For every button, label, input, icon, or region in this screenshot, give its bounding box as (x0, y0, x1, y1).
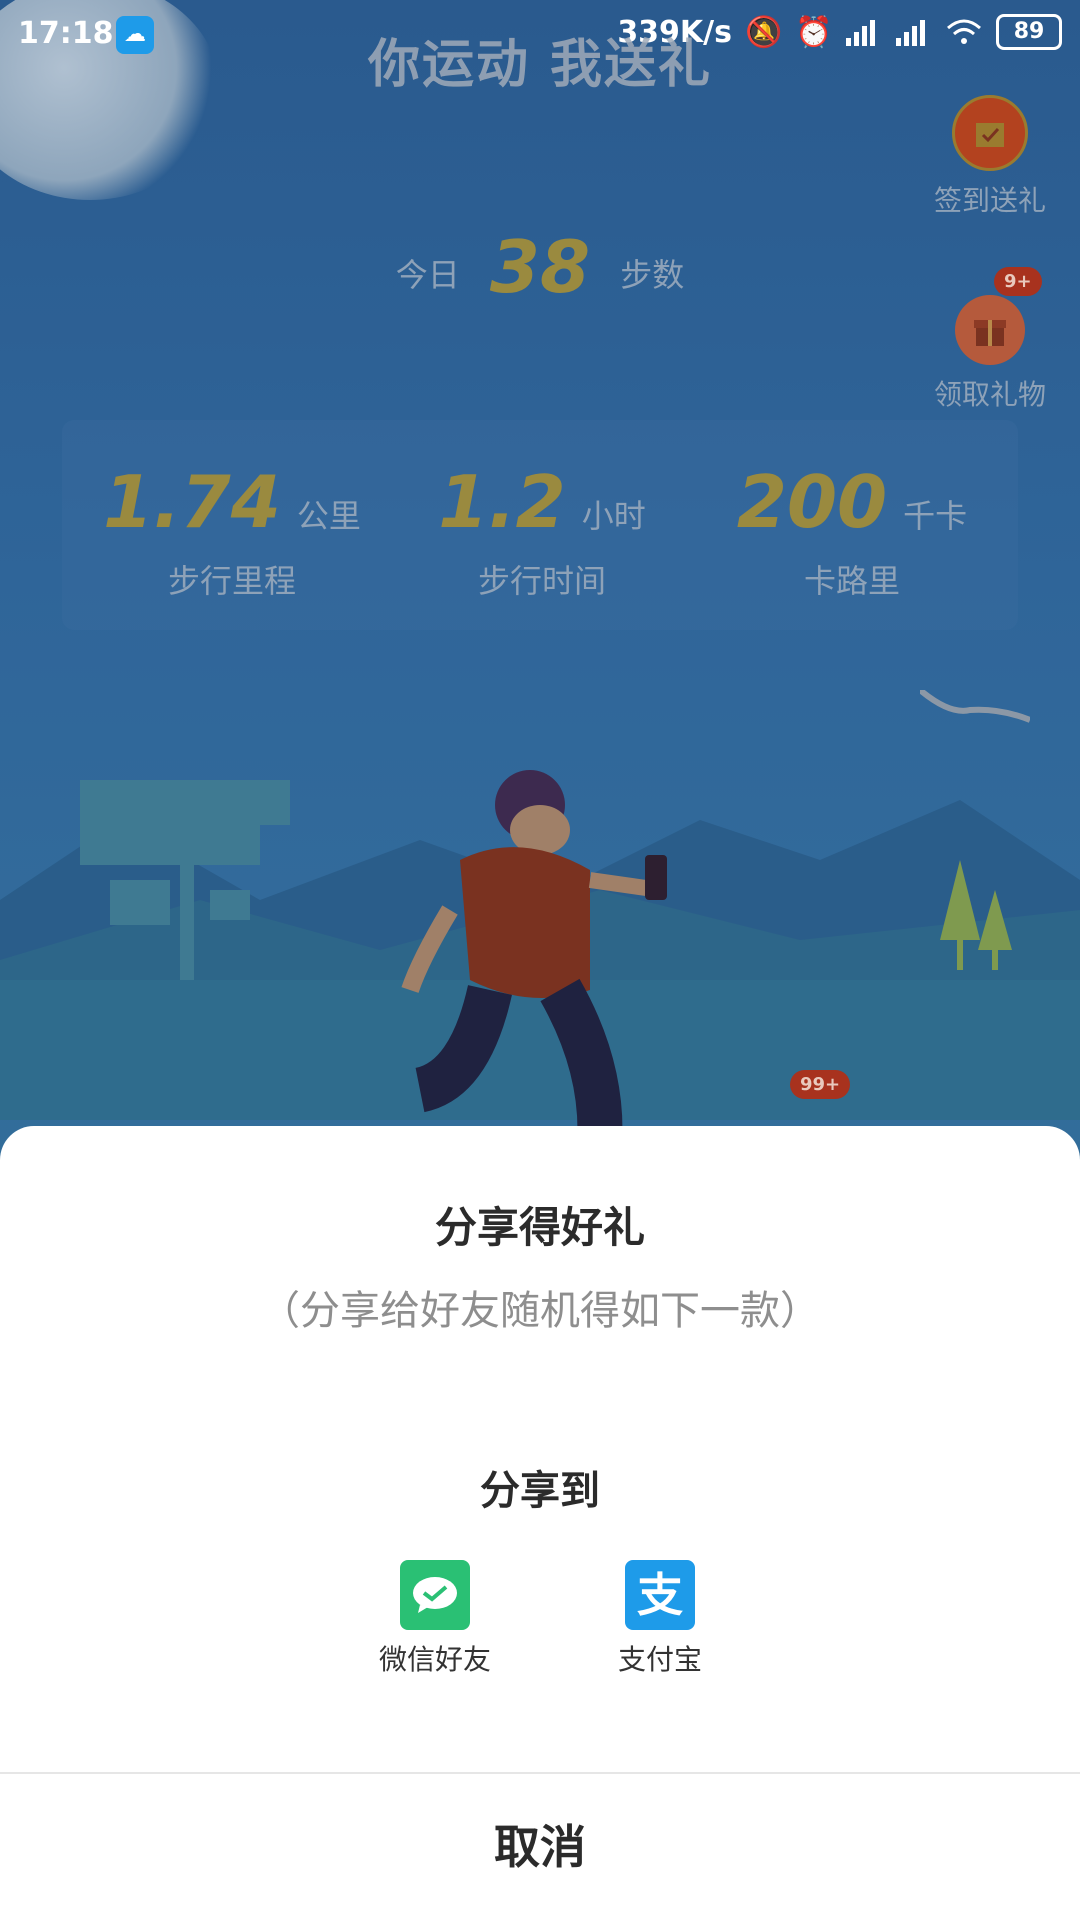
calories-label: 卡路里 (803, 562, 900, 600)
alipay-icon: 支 (625, 1560, 695, 1630)
share-wechat-button[interactable]: 微信好友 (355, 1560, 515, 1678)
signpost-illustration (80, 780, 290, 980)
calendar-icon (952, 95, 1028, 171)
checkin-gift-button[interactable]: 签到送礼 (930, 95, 1050, 219)
share-sheet: 分享得好礼 （分享给好友随机得如下一款） 分享到 微信好友 支 支付宝 取消 (0, 1126, 1080, 1920)
share-alipay-label: 支付宝 (617, 1643, 702, 1676)
step-count: 38 (489, 225, 591, 309)
collect-gift-button[interactable]: 领取礼物 9+ (930, 267, 1050, 413)
checkin-gift-label: 签到送礼 (933, 184, 1046, 217)
bottom-reward-badge: 99+ (790, 1070, 851, 1099)
calories-value: 200 (736, 460, 888, 544)
cancel-button[interactable]: 取消 (0, 1774, 1080, 1920)
share-alipay-button[interactable]: 支 支付宝 (580, 1560, 740, 1678)
distance-value: 1.74 (103, 460, 281, 544)
stat-duration: 1.2 小时 步行时间 (392, 460, 692, 602)
screen-root: 17:18 ☁ 339K/s 🔕 ⏰ 89 你运动 我送礼 签到送礼 领取礼物 … (0, 0, 1080, 1920)
calories-unit: 千卡 (903, 497, 968, 535)
today-suffix: 步数 (620, 256, 685, 294)
share-sheet-subtitle: （分享给好友随机得如下一款） (260, 1288, 820, 1334)
today-prefix: 今日 (395, 256, 460, 294)
distance-label: 步行里程 (167, 562, 296, 600)
runner-illustration (401, 770, 667, 1131)
duration-unit: 小时 (581, 497, 646, 535)
share-wechat-label: 微信好友 (378, 1643, 491, 1676)
share-sheet-title: 分享得好礼 (434, 1203, 645, 1252)
trees-illustration (940, 860, 1012, 970)
stats-card: 1.74 公里 步行里程 1.2 小时 步行时间 200 千卡 卡路里 (62, 420, 1018, 630)
collect-gift-label: 领取礼物 (933, 378, 1046, 411)
stat-distance: 1.74 公里 步行里程 (82, 460, 382, 602)
duration-label: 步行时间 (477, 562, 606, 600)
share-to-heading: 分享到 (480, 1468, 600, 1514)
wechat-icon (400, 1560, 470, 1630)
bird-illustration (920, 690, 1030, 723)
today-steps: 今日 38 步数 (0, 225, 1080, 309)
distance-unit: 公里 (296, 497, 361, 535)
page-title: 你运动 我送礼 (367, 35, 713, 95)
duration-value: 1.2 (438, 460, 566, 544)
stat-calories: 200 千卡 卡路里 (702, 460, 1002, 602)
